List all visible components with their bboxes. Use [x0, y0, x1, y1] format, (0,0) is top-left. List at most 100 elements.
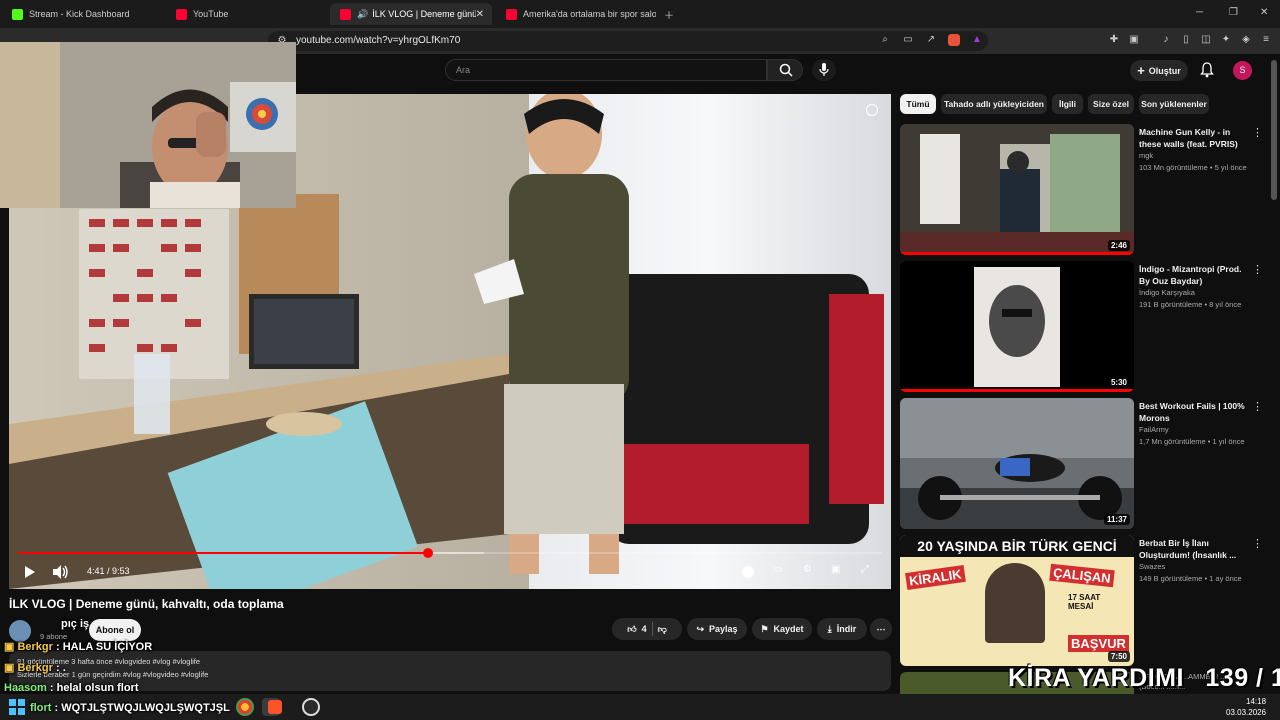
- thumbnail-headline: 20 YAŞINDA BİR TÜRK GENCİ: [900, 535, 1134, 557]
- chat-badge-icon: ▣: [4, 662, 15, 674]
- youtube-icon: [176, 8, 187, 20]
- volume-icon[interactable]: [53, 565, 69, 579]
- share-button[interactable]: ↪ Paylaş: [687, 618, 747, 640]
- create-button[interactable]: + Oluştur: [1130, 60, 1188, 81]
- extensions-icon[interactable]: ✚: [1108, 34, 1120, 46]
- recommended-video[interactable]: 2:46 Machine Gun Kelly - in these walls …: [900, 124, 1270, 256]
- video-title: İndigo - Mizantropi (Prod. By Ouz Baydar…: [1139, 264, 1242, 286]
- progress-scrubber[interactable]: [422, 548, 433, 558]
- like-count: 4: [641, 624, 647, 634]
- more-options-icon[interactable]: ⋮: [1252, 537, 1263, 550]
- video-thumbnail[interactable]: 2:46: [900, 124, 1134, 255]
- brave-shields-icon[interactable]: [948, 34, 960, 46]
- play-icon[interactable]: [24, 566, 36, 578]
- recommended-video[interactable]: 11:37 Best Workout Fails | 100% Morons F…: [900, 398, 1270, 530]
- close-icon[interactable]: ✕: [476, 9, 484, 20]
- tab-youtube[interactable]: YouTube: [166, 3, 326, 25]
- recommended-video[interactable]: 20 YAŞINDA BİR TÜRK GENCİ KİRALIK ÇALIŞA…: [900, 535, 1270, 667]
- settings-gear-icon[interactable]: ⚙: [803, 564, 812, 575]
- channel-name: Swazes: [1139, 562, 1166, 571]
- menu-icon[interactable]: ≡: [1260, 34, 1272, 46]
- brave-rewards-icon[interactable]: ▲: [971, 34, 983, 46]
- recommended-video[interactable]: 5:30 İndigo - Mizantropi (Prod. By Ouz B…: [900, 261, 1270, 393]
- chat-message: flort : WQTJLŞTWQJLWQJLŞWQTJŞL: [30, 702, 230, 714]
- window-close-button[interactable]: ✕: [1260, 7, 1268, 18]
- chat-message: ▣ Berkgr : HALA SU İÇİYOR: [4, 641, 153, 653]
- chat-username: flort: [30, 702, 52, 714]
- chip-related[interactable]: İlgili: [1052, 94, 1083, 114]
- vpn-icon[interactable]: ◈: [1240, 34, 1252, 46]
- more-options-icon[interactable]: ⋮: [1252, 400, 1263, 413]
- leo-icon[interactable]: ✦: [1220, 34, 1232, 46]
- music-icon[interactable]: ♪: [1160, 34, 1172, 46]
- zoom-icon[interactable]: ⌕: [879, 34, 891, 46]
- minimize-button[interactable]: ─: [1196, 7, 1203, 18]
- new-tab-button[interactable]: ＋: [664, 7, 674, 22]
- sidebar-icon[interactable]: ▯: [1180, 34, 1192, 46]
- obs-icon[interactable]: [302, 698, 320, 716]
- download-icon: ⤓: [827, 623, 832, 634]
- tab-vlog-active[interactable]: 🔊 İLK VLOG | Deneme günü, kah ✕: [330, 3, 492, 25]
- video-thumbnail[interactable]: 20 YAŞINDA BİR TÜRK GENCİ KİRALIK ÇALIŞA…: [900, 535, 1134, 666]
- tab-kick-dashboard[interactable]: Stream - Kick Dashboard: [2, 3, 162, 25]
- video-thumbnail[interactable]: 5:30: [900, 261, 1134, 392]
- account-avatar[interactable]: S: [1233, 61, 1252, 80]
- brave-icon[interactable]: [268, 700, 282, 714]
- fullscreen-icon[interactable]: ⤢: [861, 564, 869, 575]
- notifications-bell-icon[interactable]: [1199, 62, 1215, 78]
- system-clock[interactable]: 14:18 03.03.2026: [1226, 696, 1266, 718]
- video-thumbnail[interactable]: 11:37: [900, 398, 1134, 529]
- cast-icon[interactable]: ▭: [902, 34, 914, 46]
- download-button[interactable]: ⤓ İndir: [817, 618, 867, 640]
- thumbnail-person: [985, 563, 1045, 643]
- chip-all[interactable]: Tümü: [900, 94, 936, 114]
- chat-badge-icon: ▣: [4, 641, 15, 653]
- video-meta: 103 Mn görüntüleme • 5 yıl önce: [1139, 163, 1247, 172]
- subtitles-icon[interactable]: ▭: [773, 564, 782, 575]
- search-input[interactable]: Ara: [445, 59, 767, 81]
- more-options-icon[interactable]: ⋮: [1252, 263, 1263, 276]
- chat-text: WQTJLŞTWQJLWQJLŞWQTJŞL: [61, 702, 230, 714]
- tab-label: Stream - Kick Dashboard: [29, 9, 130, 19]
- windows-start-icon[interactable]: [8, 698, 26, 716]
- thumbnail-image: [900, 398, 1134, 529]
- more-options-icon[interactable]: ⋮: [1252, 126, 1263, 139]
- channel-avatar[interactable]: [9, 620, 31, 642]
- thumbnail-right-text: ÇALIŞAN: [1049, 563, 1115, 588]
- description-box[interactable]: 81 görüntüleme 3 hafta önce #vlogvideo #…: [9, 651, 891, 691]
- like-button[interactable]: 👍︎ 4: [627, 624, 646, 635]
- info-icon[interactable]: [866, 104, 878, 116]
- chat-username: Berkgr: [17, 641, 53, 653]
- chip-recent[interactable]: Son yüklenenler: [1139, 94, 1209, 114]
- progress-bar[interactable]: [18, 548, 882, 558]
- wallet2-icon[interactable]: ◫: [1200, 34, 1212, 46]
- autoplay-toggle[interactable]: [742, 566, 754, 578]
- webcam-frame: [0, 42, 296, 208]
- save-button[interactable]: ⚑ Kaydet: [752, 618, 812, 640]
- voice-search-button[interactable]: [812, 59, 836, 81]
- page-scrollbar[interactable]: [1271, 60, 1277, 200]
- dislike-button[interactable]: 👎︎: [658, 624, 667, 635]
- chrome-icon[interactable]: [236, 698, 254, 716]
- time-display: 4:41 / 9:53: [87, 566, 130, 576]
- search-button[interactable]: [767, 59, 803, 81]
- tab-spor-salonu[interactable]: Amerika'da ortalama bir spor salonu: [496, 3, 656, 25]
- rent-goal-overlay: KİRA YARDIMI 139 / 140: [1008, 664, 1280, 693]
- subscribe-button[interactable]: Abone ol: [89, 619, 141, 641]
- url-text: youtube.com/watch?v=yhrgOLfKm70: [296, 35, 461, 46]
- channel-row: 9 abone pıç iş... Abone ol 👍︎ 4 👎︎ ↪ Pay…: [9, 618, 892, 642]
- share-icon[interactable]: ↗: [925, 34, 937, 46]
- create-label: Oluştur: [1148, 65, 1181, 76]
- video-meta: 191 B görüntüleme • 8 yıl önce: [1139, 300, 1242, 309]
- more-actions-button[interactable]: ⋯: [870, 618, 892, 640]
- chip-for-you[interactable]: Size özel: [1088, 94, 1134, 114]
- chip-from-uploader[interactable]: Tahado adlı yükleyiciden: [941, 94, 1047, 114]
- miniplayer-icon[interactable]: ▣: [831, 564, 840, 575]
- speaker-icon: 🔊: [357, 8, 369, 19]
- video-meta: 149 B görüntüleme • 1 ay önce: [1139, 574, 1242, 583]
- restore-button[interactable]: ❐: [1229, 7, 1238, 18]
- mic-icon: [819, 63, 829, 76]
- wallet-icon[interactable]: ▣: [1128, 34, 1140, 46]
- video-duration: 7:50: [1107, 651, 1130, 662]
- goal-count: 139 / 140: [1205, 664, 1280, 692]
